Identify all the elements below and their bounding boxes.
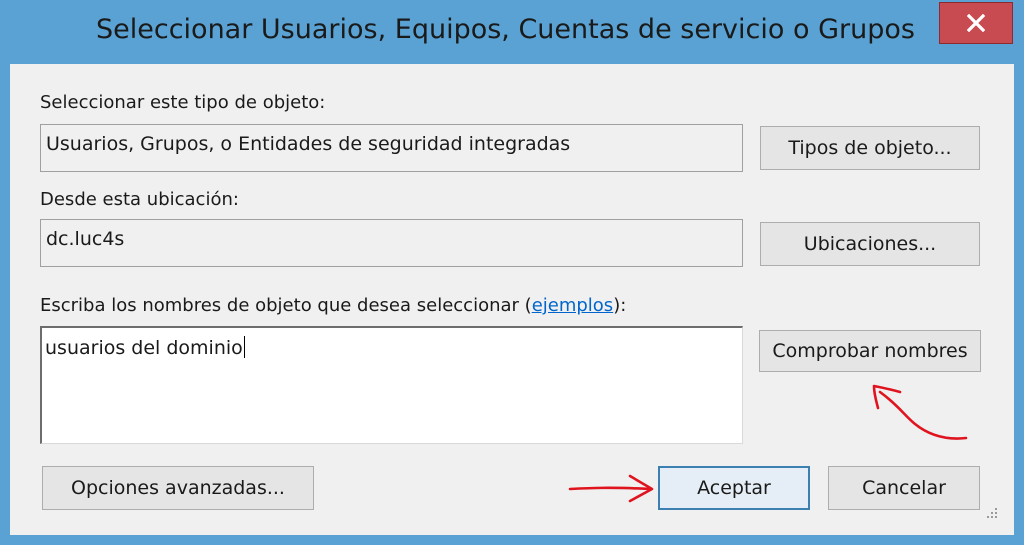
object-type-field: Usuarios, Grupos, o Entidades de segurid…	[40, 124, 743, 172]
advanced-options-button[interactable]: Opciones avanzadas...	[42, 466, 314, 510]
object-type-label: Seleccionar este tipo de objeto:	[40, 92, 326, 113]
location-label: Desde esta ubicación:	[40, 189, 239, 210]
dialog-title: Seleccionar Usuarios, Equipos, Cuentas d…	[96, 14, 915, 45]
resize-grip-icon[interactable]	[984, 506, 998, 520]
names-input-value: usuarios del dominio	[45, 337, 243, 359]
names-label-suffix: ):	[613, 295, 627, 316]
names-input[interactable]: usuarios del dominio	[40, 326, 743, 444]
locations-button[interactable]: Ubicaciones...	[760, 222, 980, 266]
title-bar[interactable]: Seleccionar Usuarios, Equipos, Cuentas d…	[0, 0, 1024, 64]
ok-button[interactable]: Aceptar	[658, 466, 810, 510]
names-label-prefix: Escriba los nombres de objeto que desea …	[40, 295, 532, 316]
text-caret	[243, 336, 245, 358]
names-label: Escriba los nombres de objeto que desea …	[40, 295, 626, 316]
examples-link[interactable]: ejemplos	[532, 295, 614, 316]
location-field: dc.luc4s	[40, 219, 743, 267]
dialog-body: Seleccionar este tipo de objeto: Usuario…	[10, 64, 1014, 535]
close-icon	[967, 14, 985, 32]
cancel-button[interactable]: Cancelar	[828, 466, 980, 510]
dialog-window: Seleccionar Usuarios, Equipos, Cuentas d…	[0, 0, 1024, 545]
close-button[interactable]	[939, 2, 1013, 44]
check-names-button[interactable]: Comprobar nombres	[759, 330, 981, 372]
object-types-button[interactable]: Tipos de objeto...	[760, 126, 980, 170]
